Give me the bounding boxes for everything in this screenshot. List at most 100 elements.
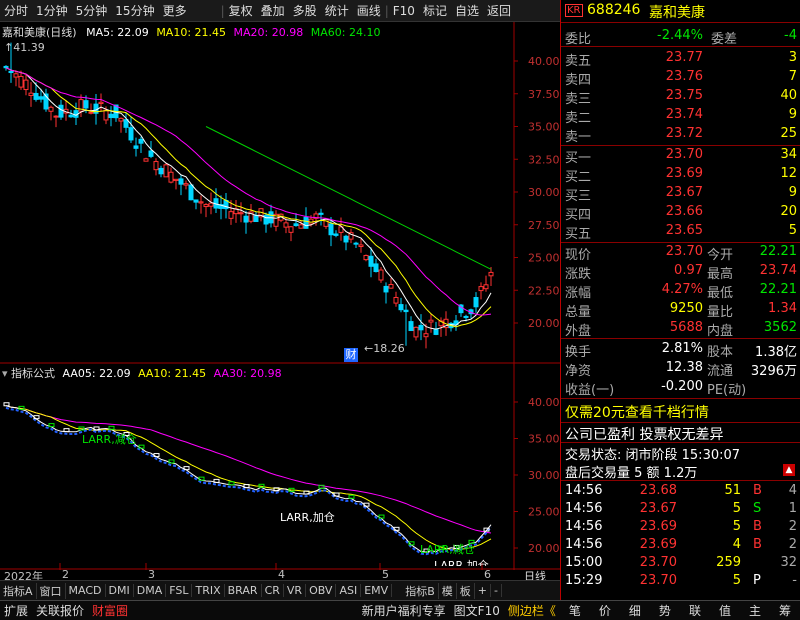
candle (48, 106, 54, 112)
tick-volume: 5 (732, 573, 741, 588)
y-tick-label: 20.00 (528, 542, 560, 555)
indicator-collapse-icon[interactable]: ▾ (2, 367, 8, 380)
fundamental-value: -0.200 (661, 379, 703, 394)
status-tab[interactable]: 价 (590, 602, 620, 619)
indicator-tab[interactable]: 指标B (402, 582, 439, 599)
candle (198, 201, 204, 204)
ask-row: 卖二 23.74 9 (565, 107, 797, 126)
stat-value: 22.21 (759, 244, 797, 259)
indicator-tab[interactable]: - (491, 584, 502, 597)
status-center-item[interactable]: 侧边栏《 (504, 602, 560, 619)
indicator-title[interactable]: 指标公式 (11, 367, 55, 380)
candle (128, 127, 134, 141)
indicator-tab[interactable]: 指标A (0, 582, 37, 599)
indicator-tab[interactable]: TRIX (192, 584, 225, 597)
tick-count: - (792, 573, 797, 588)
candle (293, 223, 299, 227)
status-tab[interactable]: 值 (710, 602, 740, 619)
toolbar-item[interactable]: 标记 (419, 2, 451, 19)
indicator-mark (303, 490, 310, 495)
indicator-tab[interactable]: BRAR (225, 584, 262, 597)
kline-chart[interactable]: 40.00 37.50 35.00 32.50 30.00 27.50 25.00 22.50… (0, 22, 560, 570)
ask-row: 卖四 23.76 7 (565, 69, 797, 88)
toolbar-item[interactable]: 统计 (321, 2, 353, 19)
indicator-tab[interactable]: 板 (457, 582, 475, 599)
candle (388, 283, 394, 289)
tick-time: 14:56 (565, 483, 603, 498)
toolbar-item[interactable]: 1分钟 (32, 2, 72, 19)
candle (83, 100, 89, 109)
status-tab[interactable]: 联 (680, 602, 710, 619)
promo-link[interactable]: 仅需20元查看千档行情 (561, 402, 800, 421)
status-center-item[interactable]: 新用户福利专享 (358, 602, 450, 619)
indicator-tab[interactable]: VR (284, 584, 307, 597)
status-tab[interactable]: 主 (740, 602, 770, 619)
status-left-item[interactable]: 财富圈 (88, 602, 132, 619)
bid-row: 买五 23.65 5 (565, 223, 797, 242)
status-tab[interactable]: 笔 (560, 602, 590, 619)
y-tick-label: 37.50 (528, 88, 560, 101)
indicator-mark (63, 428, 70, 433)
x-axis: 2022年 2 3 4 5 6 日线 (0, 568, 560, 583)
ask-volume: 9 (788, 107, 797, 122)
ask-price: 23.74 (665, 107, 703, 122)
candle (13, 73, 19, 78)
toolbar-item[interactable]: 返回 (483, 2, 515, 19)
tick-count: 4 (788, 483, 797, 498)
indicator-legend: ▾ 指标公式 AA05: 22.09 AA10: 21.45 AA30: 20.… (2, 365, 282, 381)
indicator-tab[interactable]: 模 (439, 582, 457, 599)
candle (163, 164, 169, 178)
indicator-tab[interactable]: EMV (361, 584, 393, 597)
fundamental-value: 12.38 (665, 360, 703, 375)
toolbar-item[interactable]: F10 (389, 4, 419, 18)
toolbar-item[interactable]: 画线 (353, 2, 385, 19)
toolbar-item[interactable]: 5分钟 (72, 2, 112, 19)
status-left-item[interactable]: 扩展 (0, 602, 32, 619)
expand-icon[interactable]: ▲ (783, 464, 795, 476)
candle (373, 263, 379, 273)
toolbar-item[interactable]: 叠加 (257, 2, 289, 19)
indicator-tab[interactable]: + (475, 584, 491, 597)
candle (133, 145, 139, 149)
indicator-tab[interactable]: OBV (306, 584, 337, 597)
tick-price: 23.70 (639, 555, 677, 570)
candle (343, 235, 349, 243)
toolbar-item[interactable]: 多股 (289, 2, 321, 19)
indicator-tab[interactable]: FSL (166, 584, 193, 597)
main-chart-legend: 嘉和美康(日线) MA5: 22.09 MA10: 21.45 MA20: 20… (2, 24, 380, 40)
tick-volume: 4 (732, 537, 741, 552)
status-center-item[interactable]: 图文F10 (450, 602, 504, 619)
candle (433, 328, 439, 335)
stock-name: 嘉和美康 (649, 5, 705, 21)
y-tick-label: 25.00 (528, 506, 560, 519)
status-tab[interactable]: 筹 (770, 602, 800, 619)
toolbar-item[interactable]: 复权 (225, 2, 257, 19)
toolbar-item[interactable]: 15分钟 (111, 2, 158, 19)
indicator-tab[interactable]: CR (262, 584, 284, 597)
candle (153, 161, 159, 171)
after-hours: 盘后交易量 5 额 1.2万 ▲ (561, 462, 800, 481)
weibi-value: -2.44% (657, 28, 703, 43)
indicator-tab[interactable]: MACD (66, 584, 106, 597)
indicator-tab[interactable]: DMI (106, 584, 134, 597)
indicator-tab[interactable]: DMA (134, 584, 167, 597)
candle (463, 315, 469, 319)
y-tick-label: 35.00 (528, 433, 560, 446)
status-tab[interactable]: 细 (620, 602, 650, 619)
toolbar-item[interactable]: 更多 (159, 2, 191, 19)
status-tab[interactable]: 势 (650, 602, 680, 619)
status-left-item[interactable]: 关联报价 (32, 602, 88, 619)
tick-time: 14:56 (565, 501, 603, 516)
toolbar-item[interactable]: 分时 (0, 2, 32, 19)
fundamental-row: 净资 12.38 流通 3296万 (565, 360, 797, 379)
toolbar-item[interactable]: 自选 (451, 2, 483, 19)
chart-toolbar: 分时 1分钟 5分钟 15分钟 更多 | 复权 叠加 多股 统计 画线 | F10 标记 自选 返回 (0, 0, 560, 22)
indicator-tab[interactable]: ASI (336, 584, 362, 597)
event-badge[interactable]: 财 (344, 348, 358, 362)
indicator-mark (153, 453, 160, 458)
fundamental-value: 3296万 (750, 364, 797, 379)
indicator-mark (213, 478, 220, 483)
tick-row: 14:56 23.69 5 B 2 (561, 519, 800, 537)
tick-volume: 259 (716, 555, 741, 570)
indicator-tab[interactable]: 窗口 (37, 582, 66, 599)
